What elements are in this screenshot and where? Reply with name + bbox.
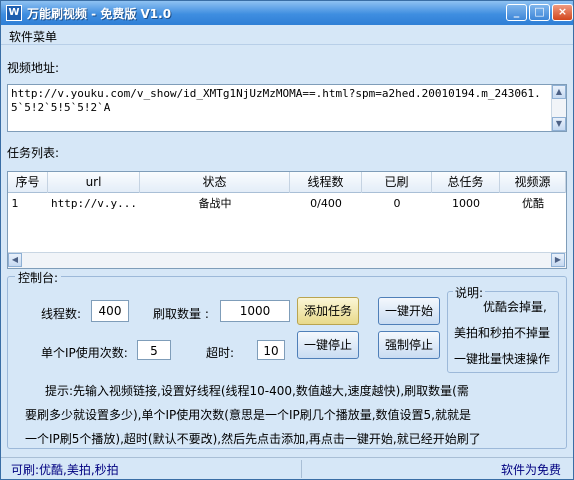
scroll-right-arrow-icon[interactable]: ▶: [551, 253, 565, 267]
force-stop-button[interactable]: 强制停止: [378, 331, 440, 359]
hint-line: 提示:先输入视频链接,设置好线程(线程10-400,数值越大,速度越快),刷取数…: [45, 384, 469, 398]
table-horizontal-scrollbar[interactable]: ◀ ▶: [8, 252, 566, 268]
note-legend: 说明:: [453, 284, 486, 301]
menu-software[interactable]: 软件菜单: [9, 28, 57, 45]
row-index: 1: [11, 197, 19, 210]
hint-line: 一个IP刷5个播放),超时(默认不要改),然后先点击添加,再点击一键开始,就已经…: [25, 432, 481, 446]
status-supported: 可刷:优酷,美拍,秒拍: [11, 463, 119, 477]
count-input[interactable]: 1000: [220, 300, 290, 322]
status-bar: 可刷:优酷,美拍,秒拍 软件为免费: [1, 457, 573, 479]
col-done[interactable]: 已刷: [362, 172, 432, 193]
close-button[interactable]: ×: [552, 4, 573, 21]
video-url-text: http://v.youku.com/v_show/id_XMTg1NjUzMz…: [11, 87, 541, 114]
scroll-up-arrow-icon[interactable]: ▲: [552, 85, 566, 99]
video-url-label: 视频地址:: [7, 61, 60, 75]
hint-text: 提示:先输入视频链接,设置好线程(线程10-400,数值越大,速度越快),刷取数…: [15, 379, 555, 451]
menu-bar: 软件菜单: [1, 25, 573, 45]
row-status: 备战中: [198, 197, 232, 210]
timeout-input[interactable]: 10: [257, 340, 285, 360]
app-window: W 万能刷视频 - 免费版 V1.0 _ □ × 软件菜单 视频地址: http…: [0, 0, 574, 480]
row-threads: 0/400: [310, 197, 342, 210]
threads-label: 线程数:: [41, 307, 82, 321]
col-status[interactable]: 状态: [140, 172, 290, 193]
maximize-button[interactable]: □: [529, 4, 550, 21]
threads-input[interactable]: 400: [91, 300, 129, 322]
control-panel-legend: 控制台:: [15, 269, 62, 286]
task-table: 序号 url 状态 线程数 已刷 总任务 视频源 1 http://v.y...…: [7, 171, 567, 269]
hint-line: 要刷多少就设置多少),单个IP使用次数(意思是一个IP刷几个播放量,数值设置5,…: [25, 408, 471, 422]
col-threads[interactable]: 线程数: [290, 172, 362, 193]
minimize-button[interactable]: _: [506, 4, 527, 21]
video-url-input[interactable]: http://v.youku.com/v_show/id_XMTg1NjUzMz…: [7, 84, 567, 132]
title-bar[interactable]: W 万能刷视频 - 免费版 V1.0 _ □ ×: [1, 1, 573, 25]
row-source: 优酷: [522, 197, 544, 210]
col-index[interactable]: 序号: [8, 172, 48, 193]
app-logo-icon: W: [6, 5, 22, 21]
col-total[interactable]: 总任务: [432, 172, 500, 193]
window-title: 万能刷视频 - 免费版 V1.0: [27, 7, 172, 21]
per-ip-input[interactable]: 5: [137, 340, 171, 360]
per-ip-label: 单个IP使用次数:: [41, 346, 128, 360]
start-all-button[interactable]: 一键开始: [378, 297, 440, 325]
row-done: 0: [393, 197, 401, 210]
row-total: 1000: [452, 197, 480, 210]
col-source[interactable]: 视频源: [500, 172, 566, 193]
scroll-down-arrow-icon[interactable]: ▼: [552, 117, 566, 131]
note-line: 优酷会掉量,: [483, 300, 547, 314]
task-table-header: 序号 url 状态 线程数 已刷 总任务 视频源: [8, 172, 566, 193]
note-line: 一键批量快速操作: [454, 352, 551, 366]
status-divider: [301, 460, 302, 478]
row-url: http://v.y...: [50, 197, 138, 210]
task-list-label: 任务列表:: [7, 146, 60, 160]
url-vertical-scrollbar[interactable]: ▲ ▼: [551, 85, 566, 131]
status-free: 软件为免费: [500, 463, 561, 477]
scroll-left-arrow-icon[interactable]: ◀: [8, 253, 22, 267]
col-url[interactable]: url: [48, 172, 140, 193]
add-task-button[interactable]: 添加任务: [297, 297, 359, 325]
stop-all-button[interactable]: 一键停止: [297, 331, 359, 359]
note-line: 美拍和秒拍不掉量: [454, 326, 551, 340]
timeout-label: 超时:: [206, 346, 235, 360]
count-label: 刷取数量 :: [153, 307, 209, 321]
